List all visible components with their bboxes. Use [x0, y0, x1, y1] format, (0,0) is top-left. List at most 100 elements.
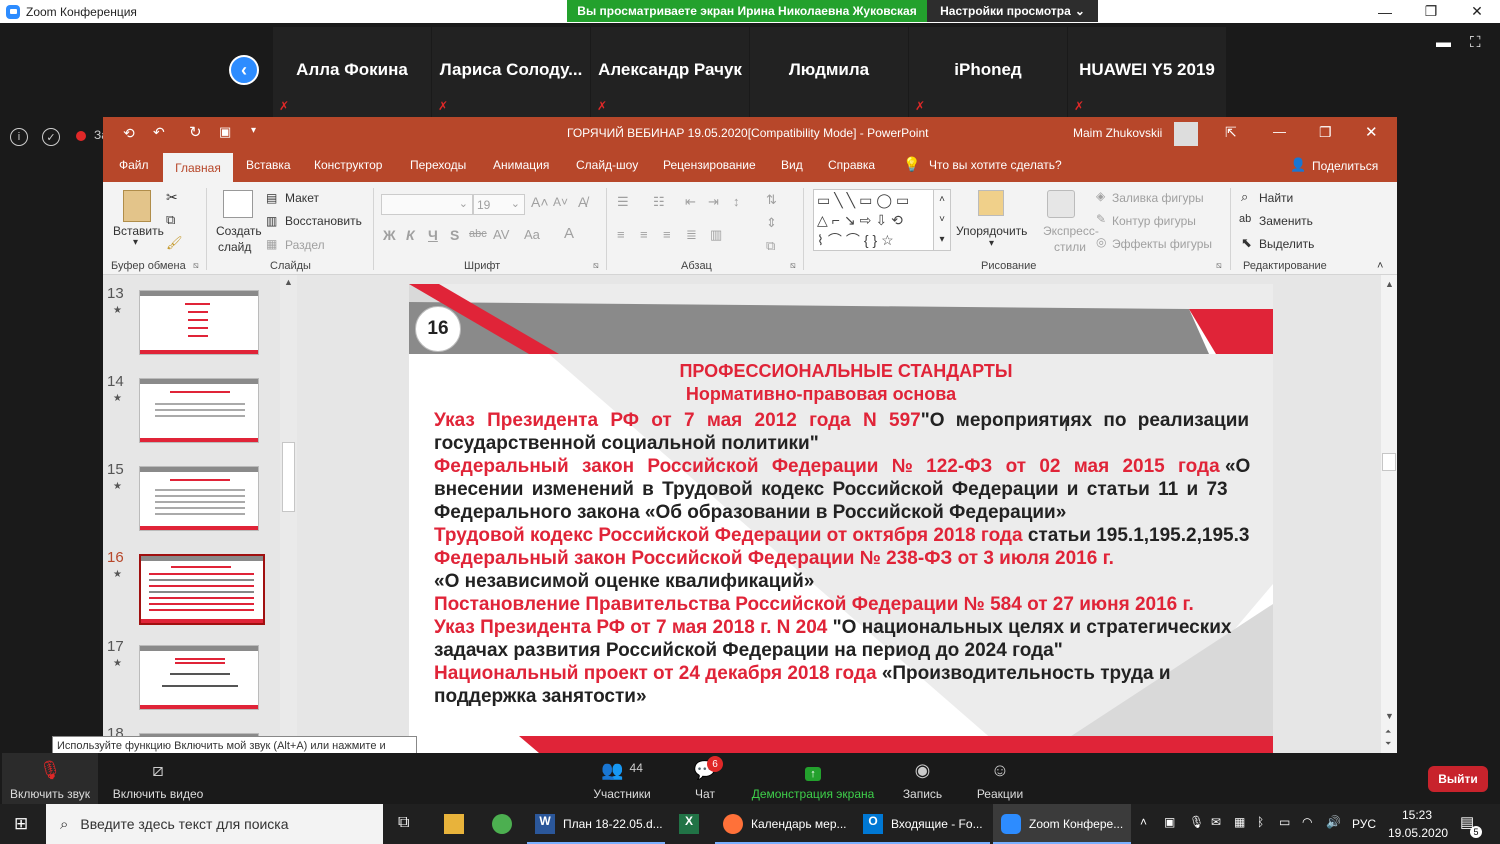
slide-title[interactable]: ПРОФЕССИОНАЛЬНЫЕ СТАНДАРТЫ — [409, 361, 1273, 382]
chrome-icon[interactable] — [492, 814, 512, 834]
slide-line[interactable]: поддержка занятости» — [434, 685, 1264, 708]
shape-effects-button[interactable]: Эффекты фигуры — [1112, 237, 1212, 251]
paste-button[interactable]: Вставить — [113, 224, 164, 238]
shapes-gallery-scroll[interactable]: ˄ ˅ ▾ — [933, 189, 951, 251]
taskbar-app-zoom[interactable]: Zoom Конфере... — [993, 804, 1131, 844]
fullscreen-icon[interactable]: ⛶ — [1470, 34, 1481, 51]
line-spacing-icon[interactable]: ↕ — [733, 194, 740, 209]
slide-line[interactable]: Постановление Правительства Российской Ф… — [434, 593, 1264, 616]
align-text-icon[interactable]: ⇕ — [766, 215, 777, 231]
dialog-launcher-icon[interactable]: ⧅ — [1216, 260, 1222, 271]
font-color-icon[interactable]: A — [564, 225, 574, 242]
find-button[interactable]: Найти — [1259, 191, 1293, 205]
scrollbar-thumb[interactable] — [282, 442, 295, 512]
shape-fill-button[interactable]: Заливка фигуры — [1112, 191, 1204, 205]
close-icon[interactable]: ✕ — [1454, 0, 1500, 23]
wifi-icon[interactable]: ◠ — [1302, 815, 1312, 829]
shadow-icon[interactable]: S — [450, 227, 459, 243]
reset-button[interactable]: Восстановить — [285, 214, 362, 228]
dialog-launcher-icon[interactable]: ⧅ — [193, 260, 199, 271]
taskbar-time[interactable]: 15:23 — [1402, 808, 1432, 822]
arrange-icon[interactable] — [978, 190, 1004, 216]
layout-button[interactable]: Макет — [285, 191, 319, 205]
share-button[interactable]: Поделиться — [1312, 159, 1378, 173]
columns-icon[interactable]: ▥ — [710, 227, 722, 243]
autosave-icon[interactable]: ⟲ — [123, 125, 135, 142]
slide-line[interactable]: Федеральный закон Российской Федерации №… — [434, 547, 1264, 570]
volume-icon[interactable]: 🔊 — [1326, 815, 1341, 829]
slide-thumbnail-16[interactable] — [139, 554, 265, 625]
font-size-input[interactable]: 19 ⌄ — [473, 194, 525, 215]
dialog-launcher-icon[interactable]: ⧅ — [790, 260, 796, 271]
undo-icon[interactable]: ↶ — [153, 124, 165, 141]
new-slide-button-line1[interactable]: Создать — [216, 224, 262, 238]
shape-outline-button[interactable]: Контур фигуры — [1112, 214, 1196, 228]
shrink-font-icon[interactable]: A˅ — [553, 195, 568, 209]
slide-line[interactable]: Трудовой кодекс Российской Федерации от … — [434, 524, 1264, 547]
char-spacing-icon[interactable]: AV — [493, 227, 509, 242]
close-icon[interactable]: ✕ — [1365, 123, 1378, 141]
new-slide-icon[interactable] — [223, 190, 253, 218]
gallery-prev-button[interactable]: ‹ — [229, 55, 259, 85]
slide-line[interactable]: Указ Президента РФ от 7 мая 2018 г. N 20… — [434, 616, 1264, 639]
tab-design[interactable]: Конструктор — [314, 158, 382, 172]
font-name-input[interactable]: ⌄ — [381, 194, 473, 215]
tab-help[interactable]: Справка — [828, 158, 875, 172]
maximize-icon[interactable]: ❐ — [1319, 124, 1332, 141]
replace-button[interactable]: Заменить — [1259, 214, 1313, 228]
shield-icon[interactable]: ✓ — [42, 128, 60, 146]
participant-tile[interactable]: Алла Фокина ✗ — [273, 27, 431, 117]
customize-qat-icon[interactable]: ▾ — [251, 125, 256, 136]
decrease-indent-icon[interactable]: ⇤ — [685, 194, 696, 210]
quick-styles-button-line2[interactable]: стили — [1054, 240, 1086, 254]
arrange-button[interactable]: Упорядочить — [956, 224, 1027, 238]
task-view-icon[interactable]: ⧉ — [398, 814, 409, 832]
slide-subtitle[interactable]: Нормативно-правовая основа — [409, 384, 1273, 405]
info-icon[interactable]: i — [10, 128, 28, 146]
format-painter-icon[interactable]: 🖌 — [166, 235, 183, 251]
collapse-ribbon-icon[interactable]: ˄ — [1377, 260, 1383, 272]
slide-line[interactable]: Федеральный закон Российской Федерации №… — [434, 455, 1264, 478]
italic-icon[interactable]: К — [406, 227, 415, 243]
slide-scrollbar[interactable]: ▲ ▼ ⏶ ⏷ — [1381, 275, 1397, 753]
tab-insert[interactable]: Вставка — [246, 158, 291, 172]
tab-transitions[interactable]: Переходы — [410, 158, 466, 172]
grow-font-icon[interactable]: A˄ — [531, 194, 549, 210]
taskbar-app-outlook[interactable]: O Входящие - Fo... — [855, 804, 990, 844]
record-button[interactable]: ◉ Запись — [895, 753, 950, 804]
increase-indent-icon[interactable]: ⇥ — [708, 194, 719, 210]
clear-format-icon[interactable]: A̸ — [578, 194, 587, 210]
tab-review[interactable]: Рецензирование — [663, 158, 756, 172]
leave-meeting-button[interactable]: Выйти — [1428, 766, 1488, 792]
participant-tile[interactable]: HUAWEI Y5 2019 ✗ — [1068, 27, 1226, 117]
mic-tray-icon[interactable]: 🎙 — [1189, 815, 1204, 829]
scrollbar-thumb[interactable] — [1382, 453, 1396, 471]
scroll-down-icon[interactable]: ▼ — [1385, 711, 1394, 721]
chevron-down-icon[interactable]: ▾ — [133, 237, 138, 248]
participant-tile[interactable]: iPhoneд ✗ — [909, 27, 1067, 117]
chevron-down-icon[interactable]: ▾ — [989, 238, 994, 249]
scroll-up-icon[interactable]: ▲ — [284, 277, 293, 287]
redo-icon[interactable]: ↻ — [189, 123, 202, 141]
tab-animations[interactable]: Анимация — [493, 158, 549, 172]
slide-line[interactable]: «О независимой оценке квалификаций» — [434, 570, 1264, 593]
align-right-icon[interactable]: ≡ — [663, 227, 671, 242]
justify-icon[interactable]: ≣ — [686, 227, 697, 243]
maximize-icon[interactable]: ❐ — [1408, 0, 1454, 23]
dialog-launcher-icon[interactable]: ⧅ — [593, 260, 599, 271]
slide-line[interactable]: Национальный проект от 24 декабря 2018 г… — [434, 662, 1264, 685]
tab-slideshow[interactable]: Слайд-шоу — [576, 158, 638, 172]
paste-icon[interactable] — [123, 190, 151, 222]
excel-icon[interactable]: X — [679, 814, 699, 834]
quick-styles-button-line1[interactable]: Экспресс- — [1043, 224, 1099, 238]
participant-tile[interactable]: Людмила — [750, 27, 908, 117]
tab-file[interactable]: Файл — [119, 158, 149, 172]
new-slide-button-line2[interactable]: слайд — [218, 240, 251, 254]
numbering-icon[interactable]: ☷ — [653, 194, 665, 210]
strikethrough-icon[interactable]: abc — [469, 228, 487, 240]
ribbon-display-icon[interactable]: ⇱ — [1225, 124, 1237, 141]
quick-styles-icon[interactable] — [1047, 190, 1075, 218]
tray-expand-icon[interactable]: ˄ — [1140, 815, 1147, 829]
participant-tile[interactable]: Лариса Солоду... ✗ — [432, 27, 590, 117]
participant-tile[interactable]: Александр Рачук ✗ — [591, 27, 749, 117]
